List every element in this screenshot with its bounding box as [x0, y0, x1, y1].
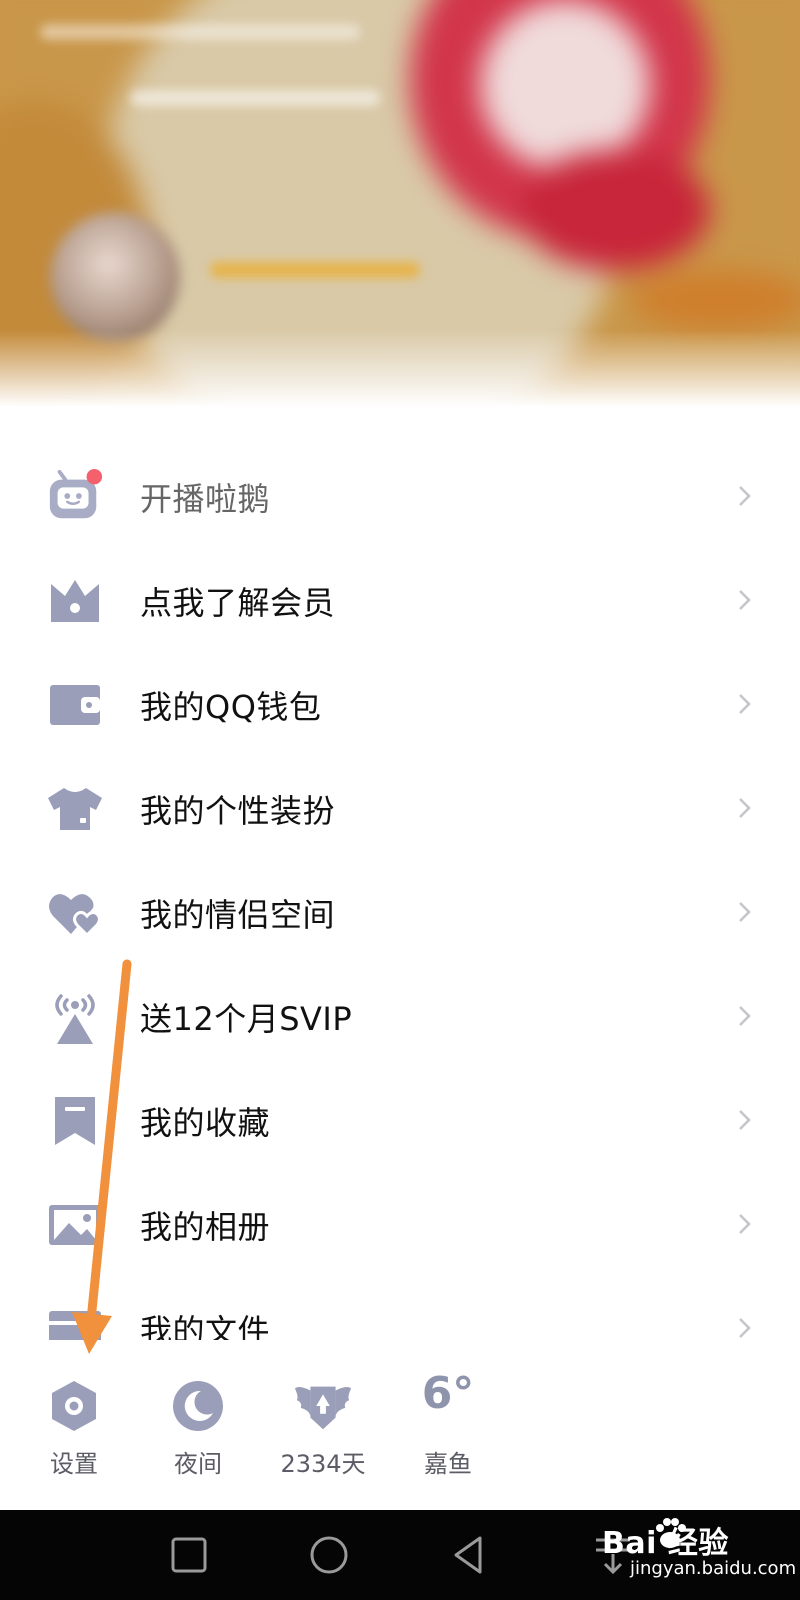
- chevron-right-icon: [739, 902, 751, 922]
- watermark-url: jingyan.baidu.com: [630, 1558, 797, 1579]
- shirt-icon: [46, 781, 104, 837]
- temperature-value: 6°: [421, 1368, 475, 1419]
- watermark-main-text: Bai 经验: [602, 1526, 729, 1561]
- photo-icon: [46, 1197, 104, 1253]
- recent-apps-button[interactable]: [166, 1532, 212, 1578]
- menu-item-album[interactable]: 我的相册: [0, 1173, 800, 1277]
- broadcast-icon: [46, 989, 104, 1045]
- menu-item-live[interactable]: 开播啦鹅: [0, 445, 800, 549]
- moon-icon: [168, 1376, 228, 1436]
- chevron-right-icon: [739, 486, 751, 506]
- qq-age-label: 2334天: [280, 1450, 366, 1478]
- blurred-badge-row: [210, 262, 420, 278]
- chevron-right-icon: [739, 590, 751, 610]
- chevron-right-icon: [739, 1006, 751, 1026]
- menu-item-label: 点我了解会员: [140, 584, 336, 622]
- weather-button[interactable]: 6° 嘉鱼: [393, 1340, 503, 1510]
- drawer-bottom-bar: 设置 夜间 2334天 6° 嘉鱼: [0, 1340, 800, 1510]
- chevron-right-icon: [739, 1318, 751, 1338]
- chevron-right-icon: [739, 694, 751, 714]
- settings-label: 设置: [50, 1450, 98, 1478]
- menu-item-membership[interactable]: 点我了解会员: [0, 549, 800, 653]
- settings-button[interactable]: 设置: [19, 1340, 129, 1510]
- menu-item-wallet[interactable]: 我的QQ钱包: [0, 653, 800, 757]
- menu-item-theme[interactable]: 我的个性装扮: [0, 757, 800, 861]
- night-mode-button[interactable]: 夜间: [143, 1340, 253, 1510]
- crown-icon: [46, 573, 104, 629]
- chevron-right-icon: [739, 1110, 751, 1130]
- profile-header-background[interactable]: [0, 0, 800, 420]
- menu-item-label: 我的收藏: [140, 1104, 271, 1142]
- menu-item-label: 我的文件: [140, 1312, 271, 1340]
- menu-item-label: 我的个性装扮: [140, 792, 336, 830]
- header-fade: [0, 330, 800, 420]
- menu-item-label: 我的QQ钱包: [140, 688, 322, 726]
- night-mode-label: 夜间: [174, 1450, 222, 1478]
- back-button[interactable]: [446, 1532, 492, 1578]
- menu-item-couple-space[interactable]: 我的情侣空间: [0, 861, 800, 965]
- chevron-right-icon: [739, 1214, 751, 1234]
- gear-hexagon-icon: [44, 1376, 104, 1436]
- home-button[interactable]: [306, 1532, 352, 1578]
- menu-item-label: 我的相册: [140, 1208, 271, 1246]
- qq-age-button[interactable]: 2334天: [268, 1340, 378, 1510]
- menu-item-files[interactable]: 我的文件: [0, 1277, 800, 1340]
- chevron-right-icon: [739, 798, 751, 818]
- wallet-icon: [46, 677, 104, 733]
- bookmark-icon: [46, 1093, 104, 1149]
- tv-mascot-icon: [46, 468, 104, 525]
- folder-icon: [46, 1301, 104, 1340]
- weather-city-label: 嘉鱼: [424, 1450, 472, 1478]
- menu-item-label: 开播啦鹅: [140, 480, 271, 518]
- drawer-menu: 开播啦鹅 点我了解会员 我的QQ钱包 我的个性装扮 我的情侣空间 送12个月SV…: [0, 445, 800, 1340]
- avatar[interactable]: [50, 212, 180, 342]
- menu-item-label: 我的情侣空间: [140, 896, 336, 934]
- blurred-signature: [130, 90, 380, 106]
- menu-item-svip-gift[interactable]: 送12个月SVIP: [0, 965, 800, 1069]
- hearts-icon: [46, 885, 104, 941]
- blurred-status-line: [40, 24, 360, 40]
- menu-item-favorites[interactable]: 我的收藏: [0, 1069, 800, 1173]
- baidu-jingyan-watermark: Bai 经验 jingyan.baidu.com: [586, 1516, 796, 1586]
- winged-badge-icon: [293, 1376, 353, 1436]
- menu-item-label: 送12个月SVIP: [140, 1000, 353, 1038]
